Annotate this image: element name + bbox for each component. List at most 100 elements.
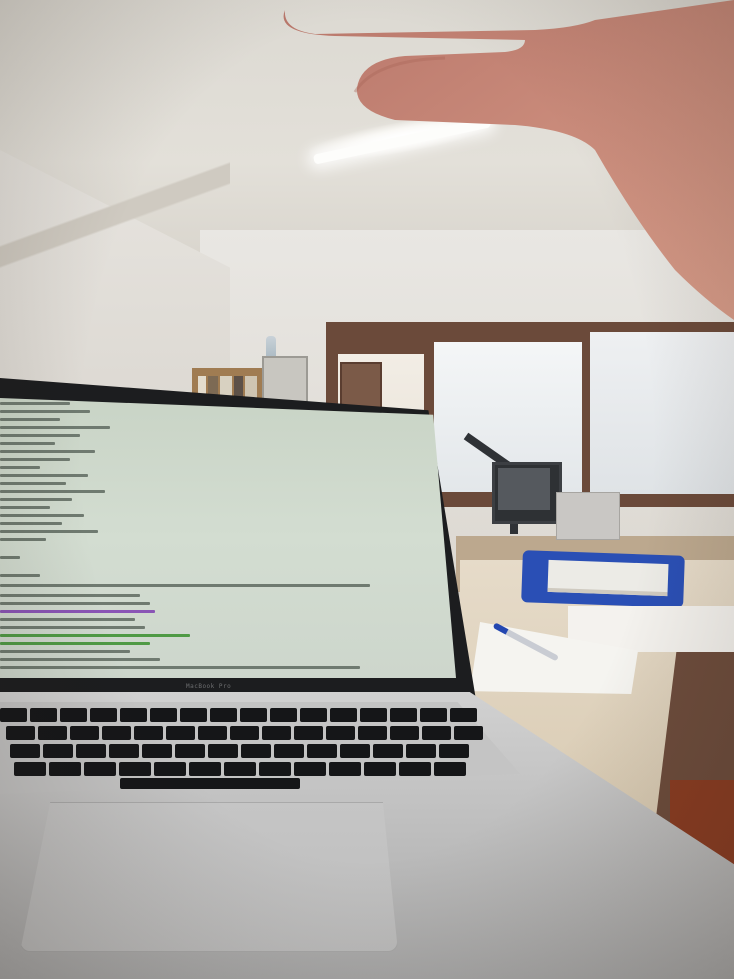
keyboard-key: [38, 726, 67, 740]
keyboard-key: [102, 726, 131, 740]
keyboard-key: [240, 708, 267, 722]
laptop-brand-label: MacBook Pro: [186, 683, 232, 690]
keyboard-key: [210, 708, 237, 722]
keyboard-key: [230, 726, 259, 740]
ceiling-cornice: [0, 140, 230, 290]
hand-in-frame: [283, 0, 734, 320]
laptop-keyboard: [0, 705, 512, 790]
keyboard-key: [420, 708, 447, 722]
keyboard-key: [329, 762, 361, 776]
keyboard-key: [406, 744, 436, 758]
terminal-line: [0, 574, 40, 577]
terminal-line: [0, 466, 40, 469]
keyboard-key: [390, 726, 419, 740]
keyboard-key: [14, 762, 46, 776]
keyboard-key: [49, 762, 81, 776]
terminal-line: [0, 418, 60, 421]
keyboard-key: [0, 708, 27, 722]
keyboard-key: [60, 708, 87, 722]
terminal-line-highlighted: [0, 610, 155, 613]
keyboard-key: [90, 708, 117, 722]
terminal-line: [0, 410, 90, 413]
keyboard-key: [175, 744, 205, 758]
keyboard-key: [10, 744, 40, 758]
terminal-line: [0, 538, 46, 541]
keyboard-key: [274, 744, 304, 758]
keyboard-key: [76, 744, 106, 758]
keyboard-key: [330, 708, 357, 722]
keyboard-key: [189, 762, 221, 776]
terminal-line: [0, 522, 62, 525]
keyboard-key: [373, 744, 403, 758]
keyboard-key: [198, 726, 227, 740]
laptop-trackpad: [20, 802, 398, 952]
desktop-computer: [556, 492, 620, 540]
keyboard-spacebar: [120, 778, 300, 789]
terminal-line: [0, 556, 20, 559]
keyboard-key: [326, 726, 355, 740]
keyboard-key: [208, 744, 238, 758]
terminal-line: [0, 458, 70, 461]
terminal-line: [0, 650, 130, 653]
keyboard-key: [134, 726, 163, 740]
terminal-line: [0, 442, 55, 445]
keyboard-key: [142, 744, 172, 758]
keyboard-key: [70, 726, 99, 740]
keyboard-key: [84, 762, 116, 776]
keyboard-key: [390, 708, 417, 722]
keyboard-key: [439, 744, 469, 758]
terminal-line: [0, 474, 88, 477]
terminal-line: [0, 594, 140, 597]
terminal-line: [0, 530, 98, 533]
keyboard-key: [224, 762, 256, 776]
keyboard-key: [119, 762, 151, 776]
keyboard-key: [399, 762, 431, 776]
photo-scene: MacBook Pro: [0, 0, 734, 979]
paper-stack: [547, 559, 669, 597]
terminal-line: [0, 482, 66, 485]
keyboard-key: [166, 726, 195, 740]
terminal-line-highlighted: [0, 634, 190, 637]
keyboard-key: [241, 744, 271, 758]
terminal-line: [0, 498, 72, 501]
keyboard-key: [294, 762, 326, 776]
terminal-line: [0, 584, 370, 587]
terminal-line: [0, 434, 80, 437]
keyboard-key: [422, 726, 451, 740]
desktop-monitor-screen: [498, 468, 550, 510]
terminal-line-highlighted: [0, 642, 150, 645]
keyboard-key: [259, 762, 291, 776]
keyboard-key: [434, 762, 466, 776]
keyboard-key: [270, 708, 297, 722]
keyboard-key: [307, 744, 337, 758]
book: [245, 376, 257, 400]
keyboard-key: [154, 762, 186, 776]
terminal-line: [0, 658, 160, 661]
terminal-line: [0, 506, 50, 509]
terminal-line: [0, 450, 95, 453]
terminal-line: [0, 402, 70, 405]
window-pane-right: [590, 332, 734, 494]
keyboard-key: [358, 726, 387, 740]
terminal-line: [0, 426, 110, 429]
terminal-line: [0, 490, 105, 493]
keyboard-key: [120, 708, 147, 722]
keyboard-key: [360, 708, 387, 722]
terminal-line: [0, 626, 145, 629]
keyboard-key: [150, 708, 177, 722]
terminal-line: [0, 602, 150, 605]
keyboard-key: [450, 708, 477, 722]
keyboard-key: [30, 708, 57, 722]
laptop-screen-terminal: [0, 398, 456, 678]
keyboard-key: [6, 726, 35, 740]
terminal-line: [0, 618, 135, 621]
keyboard-key: [294, 726, 323, 740]
keyboard-key: [180, 708, 207, 722]
keyboard-key: [43, 744, 73, 758]
keyboard-key: [454, 726, 483, 740]
keyboard-key: [300, 708, 327, 722]
terminal-line: [0, 514, 84, 517]
terminal-prompt-line: [0, 666, 360, 669]
keyboard-key: [262, 726, 291, 740]
keyboard-key: [340, 744, 370, 758]
